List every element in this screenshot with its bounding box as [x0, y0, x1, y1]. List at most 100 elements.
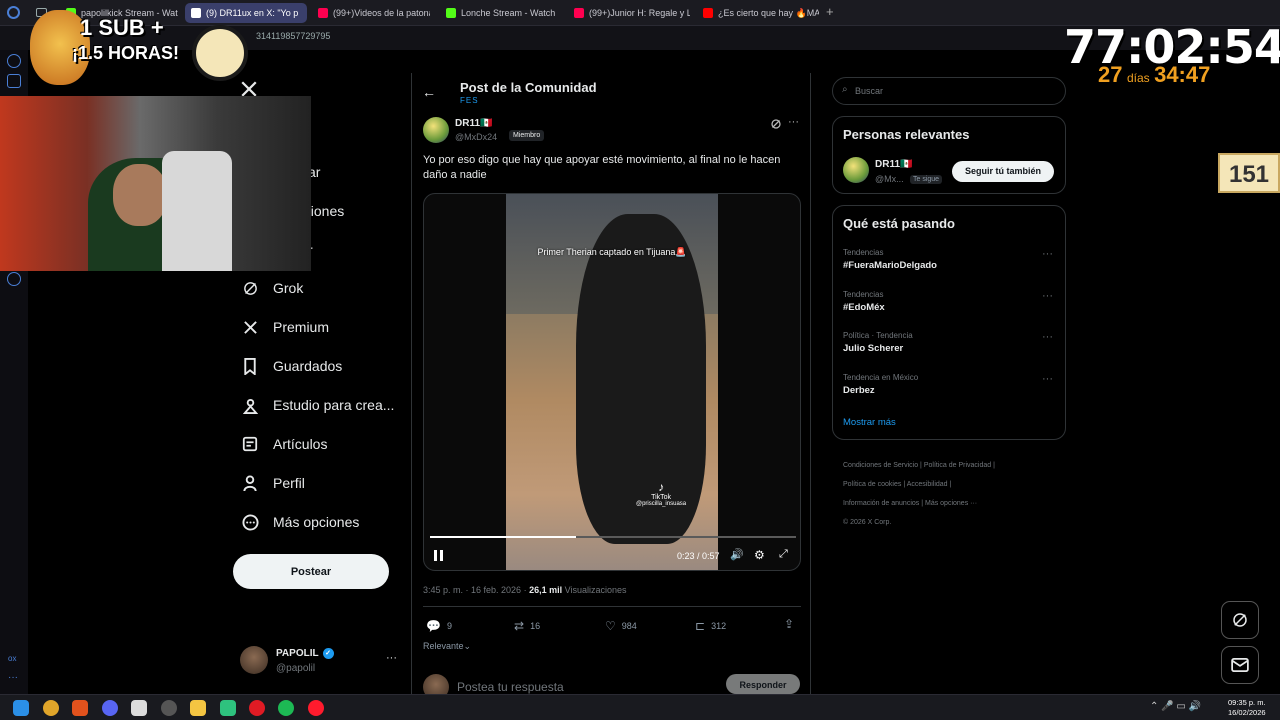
- author-name[interactable]: DR11🇲🇽: [455, 118, 492, 129]
- gamepad-icon[interactable]: [220, 700, 236, 716]
- tray-icons[interactable]: ⌃ 🎤 ▭ 🔊: [1150, 701, 1201, 712]
- like-count: 984: [621, 621, 637, 631]
- bookmark-action[interactable]: ⊏ 312: [695, 619, 726, 633]
- trend-more-icon[interactable]: ···: [1042, 373, 1053, 385]
- settings-gear-icon[interactable]: ⚙: [754, 548, 765, 562]
- store-icon[interactable]: [131, 700, 147, 716]
- brave-icon[interactable]: [72, 700, 88, 716]
- video-frame[interactable]: Primer Therian captado en Tijuana🚨 ♪ Tik…: [506, 194, 718, 570]
- video-progress-track[interactable]: [430, 536, 796, 538]
- trend-item[interactable]: Tendencias #FueraMarioDelgado ···: [843, 248, 1053, 271]
- nav-label: Estudio para crea...: [273, 397, 395, 413]
- volume-icon[interactable]: 🔊: [730, 548, 744, 561]
- follow-back-button[interactable]: Seguir tú también: [952, 161, 1054, 182]
- relevant-handle[interactable]: @Mx...: [875, 174, 904, 184]
- author-avatar[interactable]: [423, 117, 449, 143]
- more-dots-icon[interactable]: ···: [386, 652, 397, 664]
- browser-tab[interactable]: ¿Es cierto que hay 🔥MAD: [697, 3, 819, 23]
- bookmark-icon: [241, 357, 259, 375]
- repost-action[interactable]: ⇄ 16: [514, 619, 540, 633]
- footer-link[interactable]: Condiciones de Servicio: [843, 462, 918, 469]
- nav-item-studio[interactable]: Estudio para crea...: [241, 393, 394, 417]
- relevant-avatar[interactable]: [843, 157, 869, 183]
- trend-item[interactable]: Tendencia en México Derbez ···: [843, 373, 1053, 396]
- alarm-clock-icon: [192, 25, 248, 81]
- trend-item[interactable]: Tendencias #EdoMéx ···: [843, 290, 1053, 313]
- opera-logo-icon[interactable]: [7, 6, 20, 19]
- clock[interactable]: 09:35 p. m. 16/02/2026: [1228, 698, 1266, 718]
- footer-link[interactable]: Accesibilidad: [907, 481, 948, 488]
- community-name[interactable]: FES: [460, 96, 479, 105]
- bag-icon[interactable]: [7, 74, 21, 88]
- pause-icon[interactable]: [434, 550, 443, 561]
- reply-action[interactable]: 💬 9: [426, 619, 452, 633]
- nav-item-premium[interactable]: Premium: [241, 315, 329, 339]
- video-time: 0:23 / 0:57: [677, 551, 720, 561]
- nav-item-more[interactable]: Más opciones: [241, 510, 359, 534]
- nav-item-profile[interactable]: Perfil: [241, 471, 305, 495]
- browser-tab[interactable]: Lonche Stream - Watch L: [440, 3, 558, 23]
- footer-link[interactable]: Más opciones ···: [925, 500, 977, 507]
- fullscreen-icon[interactable]: ⤢: [779, 548, 788, 561]
- grok-explain-icon[interactable]: [770, 117, 782, 135]
- trend-more-icon[interactable]: ···: [1042, 331, 1053, 343]
- settings-icon[interactable]: [7, 272, 21, 286]
- sort-dropdown[interactable]: Relevante⌄: [423, 641, 471, 652]
- grok-icon: [1233, 613, 1247, 627]
- grok-float-button[interactable]: [1221, 601, 1259, 639]
- relevant-name[interactable]: DR11🇲🇽: [875, 159, 912, 170]
- reply-button[interactable]: Responder: [726, 674, 800, 694]
- footer-links: Condiciones de Servicio | Política de Pr…: [843, 462, 995, 526]
- search-box[interactable]: ⌕ Buscar: [832, 77, 1066, 105]
- steam-icon[interactable]: [161, 700, 177, 716]
- browser-tab[interactable]: (99+)Junior H: Regale y Li: [568, 3, 690, 23]
- new-tab-button[interactable]: +: [826, 4, 834, 19]
- ox-icon[interactable]: ox: [8, 654, 16, 663]
- obs-icon[interactable]: [249, 700, 265, 716]
- post-button[interactable]: Postear: [233, 554, 389, 589]
- opera-icon[interactable]: [308, 700, 324, 716]
- messenger-icon[interactable]: [7, 54, 21, 68]
- trend-more-icon[interactable]: ···: [1042, 290, 1053, 302]
- windows-start-icon[interactable]: [13, 700, 29, 716]
- app-icon[interactable]: [43, 700, 59, 716]
- search-input[interactable]: Buscar: [855, 86, 883, 96]
- browser-tab[interactable]: (99+)Videos de la patona: [312, 3, 430, 23]
- account-switcher[interactable]: PAPOLIL ✓ @papolil ···: [240, 646, 406, 680]
- spotify-icon[interactable]: [278, 700, 294, 716]
- back-arrow-icon[interactable]: ←: [422, 84, 436, 100]
- video-player[interactable]: Primer Therian captado en Tijuana🚨 ♪ Tik…: [423, 193, 801, 571]
- show-more-link[interactable]: Mostrar más: [843, 417, 896, 428]
- trend-name: Julio Scherer: [843, 343, 904, 354]
- more-icon[interactable]: ···: [8, 672, 18, 683]
- trend-name: #FueraMarioDelgado: [843, 260, 937, 271]
- days-counter: 27 días 34:47: [1098, 62, 1210, 88]
- reply-input[interactable]: Postea tu respuesta: [457, 680, 564, 694]
- reply-count: 9: [446, 621, 452, 631]
- trend-category: Tendencia en México: [843, 373, 919, 382]
- author-handle[interactable]: @MxDx24: [455, 132, 497, 142]
- account-handle: @papolil: [276, 663, 316, 674]
- tab-label: (99+)Junior H: Regale y Li: [589, 8, 690, 18]
- sort-label: Relevante: [423, 641, 464, 651]
- trend-more-icon[interactable]: ···: [1042, 248, 1053, 260]
- youtube-icon: [703, 8, 713, 18]
- footer-link[interactable]: Política de Privacidad: [924, 462, 991, 469]
- nav-item-articles[interactable]: Artículos: [241, 432, 327, 456]
- nav-item-bookmarks[interactable]: Guardados: [241, 354, 342, 378]
- like-action[interactable]: ♡ 984: [605, 619, 637, 633]
- trend-category: Tendencias: [843, 290, 884, 299]
- footer-link[interactable]: Política de cookies: [843, 481, 901, 488]
- trend-item[interactable]: Política · Tendencia Julio Scherer ···: [843, 331, 1053, 354]
- url-text[interactable]: 314119857729795: [256, 31, 330, 41]
- trend-name: Derbez: [843, 385, 875, 396]
- post-more-icon[interactable]: ···: [788, 116, 799, 128]
- repost-icon: ⇄: [514, 619, 525, 633]
- nav-item-grok[interactable]: Grok: [241, 276, 303, 300]
- folder-icon[interactable]: [190, 700, 206, 716]
- share-icon[interactable]: ⇪: [784, 617, 794, 631]
- sub-line2: ¡1.5 HORAS!: [72, 43, 180, 63]
- messages-float-button[interactable]: [1221, 646, 1259, 684]
- discord-icon[interactable]: [102, 700, 118, 716]
- footer-link[interactable]: Información de anuncios: [843, 500, 919, 507]
